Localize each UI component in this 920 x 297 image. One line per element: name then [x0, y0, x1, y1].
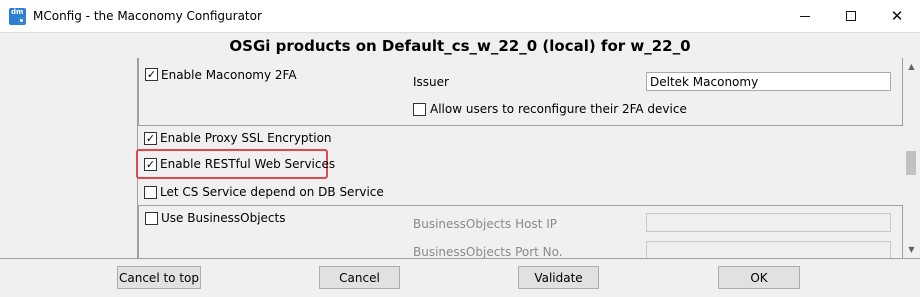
settings-panel: ✓ Enable Maconomy 2FA Issuer Deltek Maco… — [136, 58, 903, 258]
arrow-down-icon: ▼ — [908, 245, 915, 254]
twofa-section: ✓ Enable Maconomy 2FA Issuer Deltek Maco… — [138, 58, 903, 126]
left-panel — [1, 58, 138, 258]
scroll-up-button[interactable]: ▲ — [903, 58, 920, 75]
business-objects-section: Use BusinessObjects BusinessObjects Host… — [138, 205, 903, 258]
ok-button[interactable]: OK — [718, 266, 800, 289]
twofa-label: Enable Maconomy 2FA — [161, 68, 297, 82]
close-button[interactable]: ✕ — [874, 0, 920, 32]
cs-depends-db-label: Let CS Service depend on DB Service — [160, 185, 384, 199]
cancel-to-top-button[interactable]: Cancel to top — [117, 266, 201, 289]
cs-depends-db-checkbox[interactable] — [144, 186, 157, 199]
allow-reconfigure-label: Allow users to reconfigure their 2FA dev… — [430, 102, 687, 116]
business-objects-checkbox[interactable] — [145, 212, 158, 225]
settings-scroll-area[interactable]: ✓ Enable Maconomy 2FA Issuer Deltek Maco… — [1, 58, 903, 258]
cancel-button[interactable]: Cancel — [319, 266, 400, 289]
proxy-ssl-checkbox[interactable]: ✓ — [144, 132, 157, 145]
validate-button[interactable]: Validate — [518, 266, 599, 289]
business-objects-label: Use BusinessObjects — [161, 211, 286, 225]
maximize-button[interactable] — [828, 0, 874, 32]
bo-port-label: BusinessObjects Port No. — [413, 245, 563, 258]
scrollbar-thumb[interactable] — [906, 151, 916, 175]
window-titlebar: dm MConfig - the Maconomy Configurator ✕ — [0, 0, 920, 32]
window-title: MConfig - the Maconomy Configurator — [33, 9, 262, 23]
restful-checkbox[interactable]: ✓ — [144, 158, 157, 171]
restful-label: Enable RESTful Web Services — [160, 157, 336, 171]
issuer-label: Issuer — [413, 75, 449, 89]
arrow-up-icon: ▲ — [908, 62, 915, 71]
maximize-icon — [846, 11, 856, 21]
close-icon: ✕ — [890, 7, 904, 25]
page-header: OSGi products on Default_cs_w_22_0 (loca… — [0, 32, 920, 58]
vertical-scrollbar[interactable]: ▲ ▼ — [903, 58, 920, 258]
proxy-ssl-label: Enable Proxy SSL Encryption — [160, 131, 332, 145]
mconfig-app-icon: dm — [9, 8, 26, 25]
minimize-button[interactable] — [782, 0, 828, 32]
minimize-icon — [800, 15, 810, 17]
dialog-footer: Cancel to top Cancel Validate OK — [0, 258, 920, 297]
issuer-input[interactable]: Deltek Maconomy — [646, 72, 891, 91]
check-icon: ✓ — [145, 158, 156, 171]
twofa-checkbox[interactable]: ✓ — [145, 68, 158, 81]
bo-host-input[interactable] — [646, 213, 891, 232]
allow-reconfigure-checkbox[interactable] — [413, 103, 426, 116]
bo-host-label: BusinessObjects Host IP — [413, 217, 557, 231]
scroll-down-button[interactable]: ▼ — [903, 241, 920, 258]
bo-port-input[interactable] — [646, 241, 891, 258]
check-icon: ✓ — [146, 68, 157, 81]
page-title: OSGi products on Default_cs_w_22_0 (loca… — [229, 37, 691, 55]
check-icon: ✓ — [145, 132, 156, 145]
